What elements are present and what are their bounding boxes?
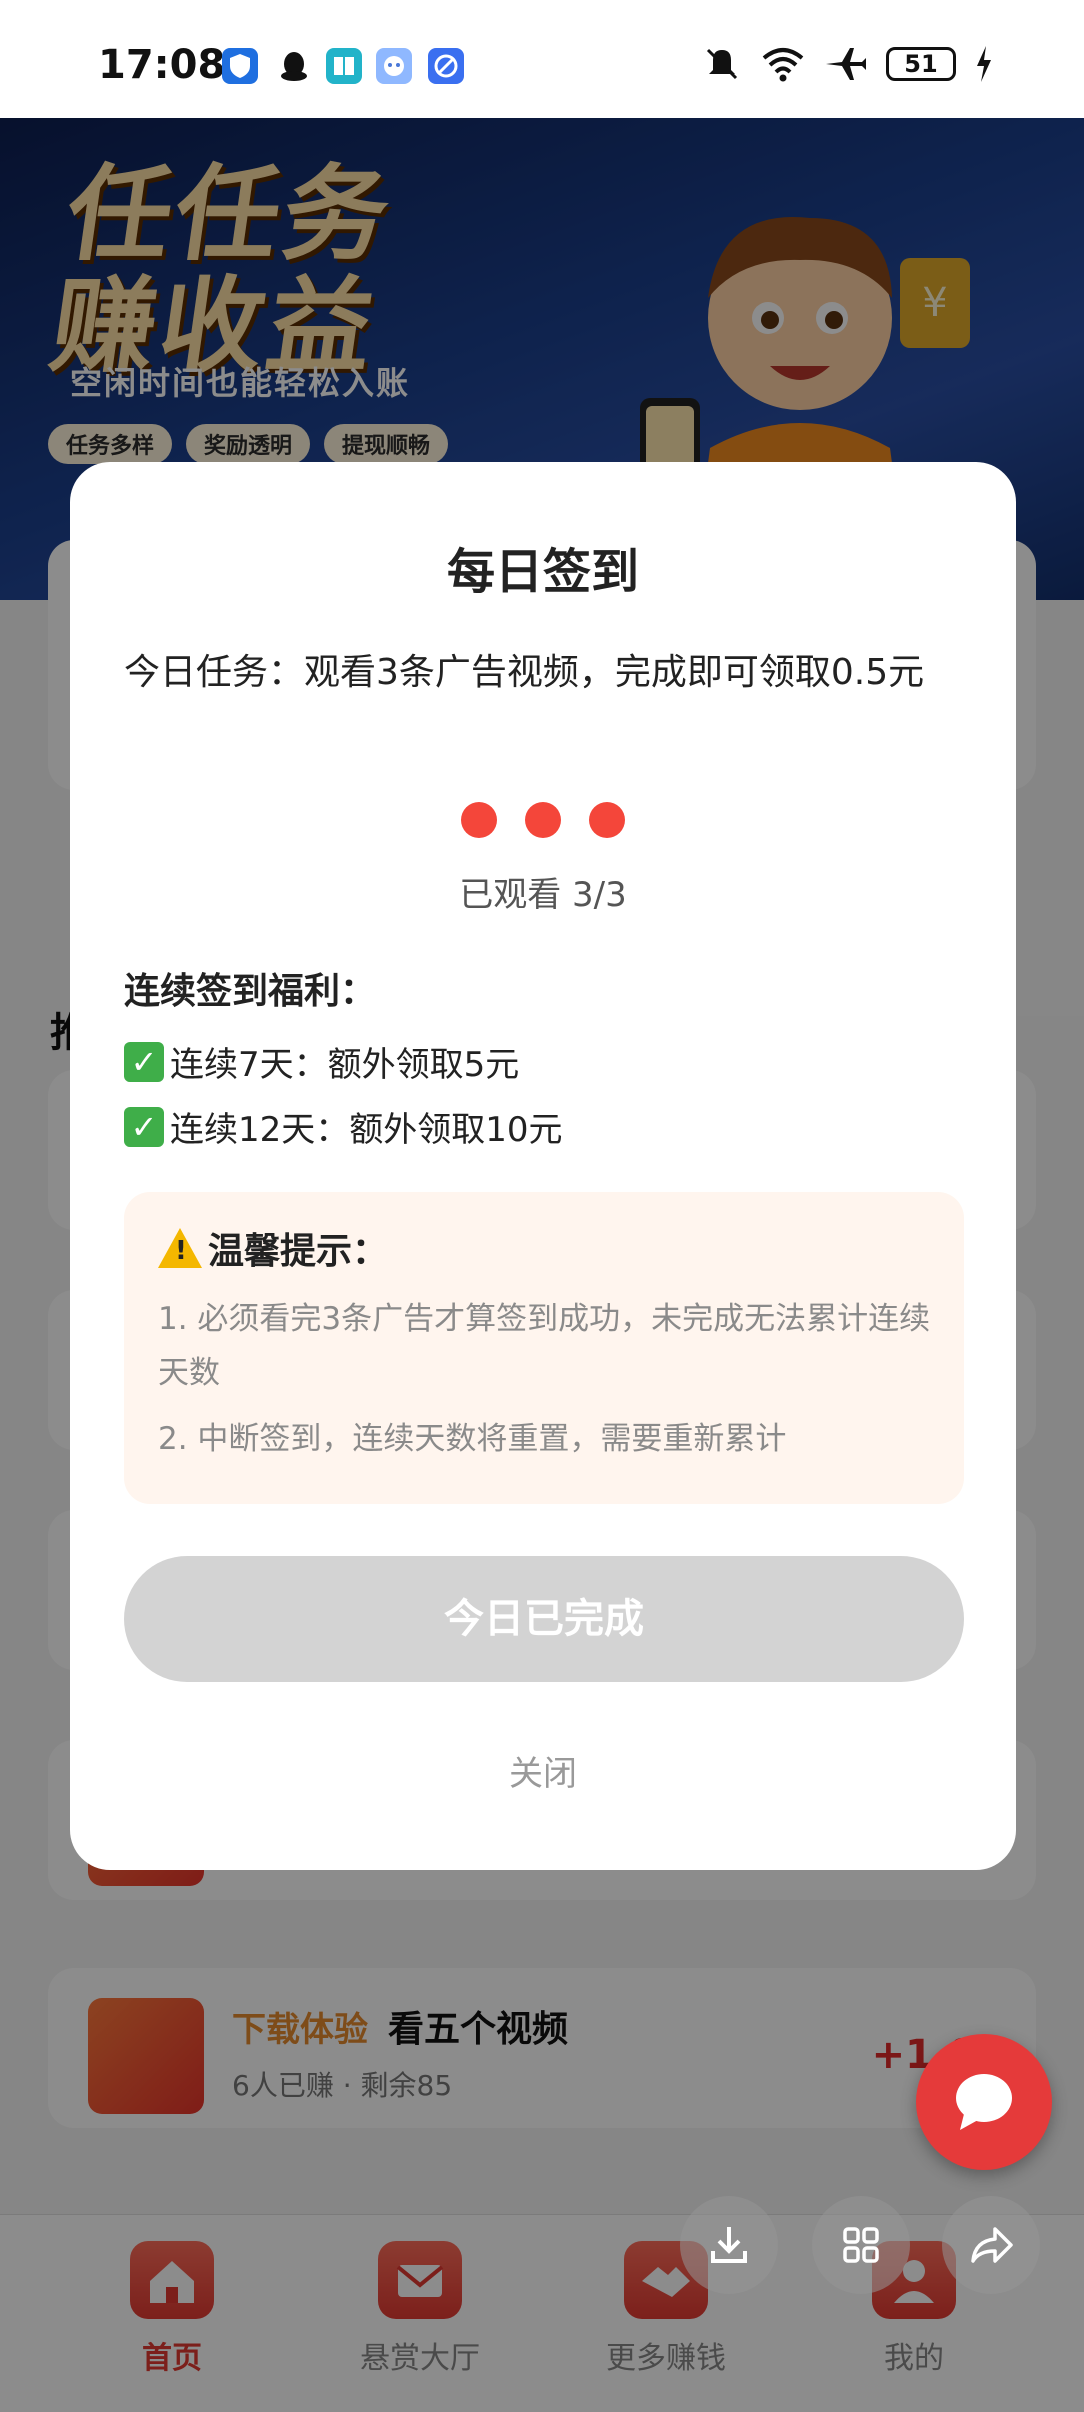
tip-text: 2. 中断签到，连续天数将重置，需要重新累计 (158, 1421, 787, 1457)
bonus-item: ✓ 连续7天：额外领取5元 (124, 1037, 519, 1086)
qq-icon (276, 48, 312, 84)
close-button[interactable]: 关闭 (70, 1746, 1016, 1795)
progress-label: 已观看 3/3 (459, 875, 627, 915)
task-description: 今日任务：观看3条广告视频，完成即可领取0.5元 (124, 652, 925, 693)
bonus-title: 连续签到福利： (124, 971, 377, 1012)
battery-indicator: 51 (886, 47, 956, 81)
charging-icon (977, 46, 991, 82)
status-right: 51 (702, 44, 994, 84)
progress-dots (70, 802, 1016, 838)
tips-title: ! 温馨提示： (158, 1222, 388, 1274)
bonus-item-text: 连续12天：额外领取10元 (170, 1110, 563, 1150)
check-icon: ✓ (124, 1041, 164, 1082)
bonus-item-text: 连续7天：额外领取5元 (170, 1045, 520, 1085)
dialog-title: 每日签到 (446, 544, 639, 600)
share-icon (971, 2227, 1013, 2263)
airplane-icon (826, 48, 866, 80)
status-bar: 17:08 51 (0, 0, 1084, 118)
download-icon (711, 2227, 747, 2263)
download-button[interactable] (680, 2196, 778, 2294)
bonus-item: ✓ 连续12天：额外领取10元 (124, 1102, 563, 1151)
shield-app-icon (222, 48, 258, 84)
tips-box: ! 温馨提示： 1. 必须看完3条广告才算签到成功，未完成无法累计连续天数 2.… (124, 1192, 964, 1504)
grid-icon (843, 2227, 879, 2263)
progress-dot (525, 802, 561, 838)
progress-dot (589, 802, 625, 838)
chat-app-icon (376, 48, 412, 84)
grid-button[interactable] (812, 2196, 910, 2294)
daily-checkin-dialog: 每日签到 今日任务：观看3条广告视频，完成即可领取0.5元 已观看 3/3 连续… (70, 462, 1016, 1870)
book-app-icon (326, 48, 362, 84)
share-button[interactable] (942, 2196, 1040, 2294)
completed-button[interactable]: 今日已完成 (124, 1556, 964, 1682)
chat-button[interactable] (916, 2034, 1052, 2170)
mute-icon (706, 48, 738, 80)
status-time: 17:08 (98, 42, 226, 88)
browser-app-icon (428, 48, 464, 84)
wifi-icon (762, 48, 804, 82)
tip-text: 1. 必须看完3条广告才算签到成功，未完成无法累计连续天数 (158, 1301, 931, 1391)
progress-dot (461, 802, 497, 838)
chat-icon (956, 2074, 1012, 2130)
warning-icon: ! (158, 1228, 202, 1268)
check-icon: ✓ (124, 1106, 164, 1147)
